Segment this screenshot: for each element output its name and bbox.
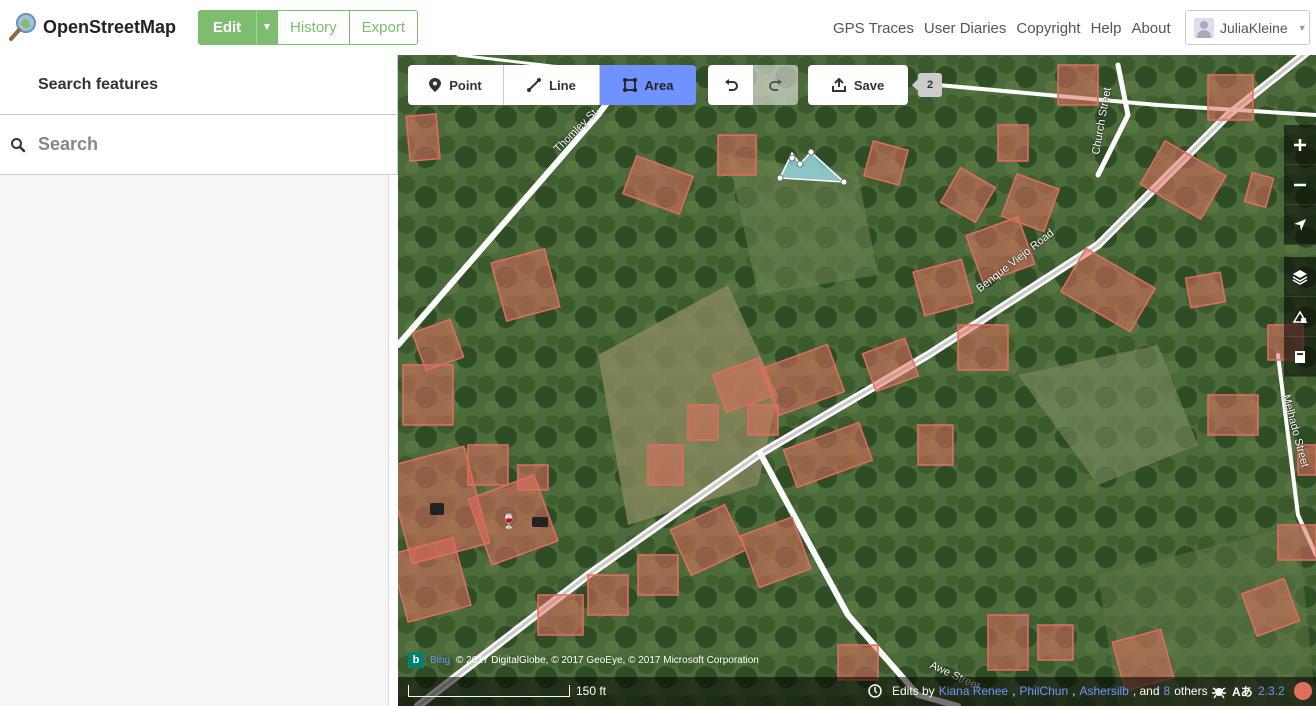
money-icon[interactable]: [532, 517, 548, 527]
editor-link[interactable]: PhilChun: [1019, 684, 1068, 698]
translate-icon[interactable]: Aあ: [1232, 682, 1252, 700]
caret-down-icon: ▼: [262, 22, 272, 33]
others-count-link[interactable]: 8: [1164, 684, 1171, 698]
export-button[interactable]: Export: [349, 10, 419, 45]
version-link[interactable]: 2.3.2: [1258, 684, 1285, 698]
undo-button[interactable]: [708, 65, 753, 105]
redo-icon: [768, 79, 782, 91]
nav-user-diaries[interactable]: User Diaries: [924, 20, 1007, 37]
history-button[interactable]: History: [278, 10, 350, 45]
locate-arrow-icon: [1294, 218, 1306, 231]
editor-link[interactable]: Kiana Renee: [939, 684, 1008, 698]
editor-link[interactable]: Ashersilb: [1079, 684, 1128, 698]
save-label: Save: [853, 77, 885, 93]
redo-button[interactable]: [753, 65, 798, 105]
bug-report-icon[interactable]: [1210, 682, 1228, 700]
edits-prefix: Edits by: [892, 684, 935, 698]
save-button[interactable]: Save: [808, 65, 908, 105]
search-icon: [11, 137, 26, 152]
undo-redo-group: [708, 65, 798, 105]
add-area-button[interactable]: Area: [600, 65, 696, 105]
add-line-button[interactable]: Line: [504, 65, 600, 105]
scale-bar[interactable]: [408, 685, 570, 697]
geolocate-button[interactable]: [1284, 205, 1316, 245]
nav-about[interactable]: About: [1131, 20, 1170, 37]
user-name: JuliaKleine: [1220, 19, 1288, 36]
magnifier-logo-icon: [9, 13, 36, 41]
footer-tools: Aあ: [1210, 682, 1252, 700]
help-button[interactable]: [1284, 337, 1316, 377]
imagery-label[interactable]: Bing: [430, 655, 450, 666]
unsaved-count-badge: 2: [912, 73, 942, 97]
site-title: OpenStreetMap: [43, 16, 177, 37]
pin-icon: [429, 78, 442, 92]
caret-down-icon: ▼: [1297, 22, 1307, 33]
svg-text:Aあ: Aあ: [1232, 685, 1252, 699]
map-data-button[interactable]: [1284, 297, 1316, 337]
recent-edits: Edits by Kiana Renee, PhilChun, Ashersil…: [868, 684, 1208, 698]
edits-and: , and: [1132, 684, 1160, 698]
area-label: Area: [644, 77, 674, 93]
bottle-shop-icon[interactable]: 🍷: [500, 513, 517, 529]
background-layers-button[interactable]: [1284, 257, 1316, 297]
minus-icon: [1294, 183, 1306, 186]
map-panels-controls: [1284, 257, 1316, 377]
satellite-imagery: [398, 55, 1316, 706]
zoom-controls: [1284, 125, 1316, 245]
line-label: Line: [549, 77, 576, 93]
osm-logo[interactable]: OpenStreetMap: [8, 12, 176, 42]
sidebar: Search features: [0, 55, 398, 706]
imagery-attribution: b Bing © 2017 DigitalGlobe, © 2017 GeoEy…: [408, 652, 759, 668]
upload-icon: [831, 78, 846, 92]
sidebar-scrollbar[interactable]: [388, 175, 398, 706]
undo-icon: [724, 79, 738, 91]
nav-help[interactable]: Help: [1091, 20, 1122, 37]
map-canvas[interactable]: Thomley St Church Street Benque Viejo Ro…: [398, 55, 1316, 706]
layers-icon: [1292, 269, 1308, 285]
issue-tracker-icon[interactable]: [1294, 682, 1312, 700]
book-icon: [1295, 350, 1305, 363]
zoom-in-button[interactable]: [1284, 125, 1316, 165]
point-label: Point: [449, 77, 482, 93]
map-data-icon: [1292, 310, 1308, 323]
clock-icon: [868, 684, 882, 698]
edit-button-group: Edit ▼ History Export: [198, 10, 419, 45]
avatar: [1194, 17, 1214, 38]
add-feature-group: Point Line Area: [408, 65, 696, 105]
bing-logo-icon: b: [408, 652, 424, 668]
sidebar-title: Search features: [0, 55, 397, 115]
secondary-nav: GPS Traces User Diaries Copyright Help A…: [833, 20, 1181, 37]
feature-search: [0, 115, 397, 175]
others-label: others: [1174, 684, 1208, 698]
edit-button[interactable]: Edit: [198, 10, 256, 45]
edit-dropdown-button[interactable]: ▼: [256, 10, 278, 45]
search-input[interactable]: [38, 134, 338, 155]
line-icon: [527, 78, 542, 92]
add-point-button[interactable]: Point: [408, 65, 504, 105]
top-header: OpenStreetMap Edit ▼ History Export GPS …: [0, 0, 1316, 55]
user-menu[interactable]: JuliaKleine ▼: [1185, 10, 1310, 45]
map-footer: 150 ft Edits by Kiana Renee, PhilChun, A…: [398, 677, 1316, 706]
shop-icon[interactable]: [430, 503, 444, 515]
scale-label: 150 ft: [576, 684, 607, 698]
nav-copyright[interactable]: Copyright: [1016, 20, 1080, 37]
zoom-out-button[interactable]: [1284, 165, 1316, 205]
nav-gps-traces[interactable]: GPS Traces: [833, 20, 914, 37]
plus-icon: [1294, 138, 1306, 151]
area-icon: [622, 78, 637, 92]
attribution-text: © 2017 DigitalGlobe, © 2017 GeoEye, © 20…: [456, 654, 759, 666]
